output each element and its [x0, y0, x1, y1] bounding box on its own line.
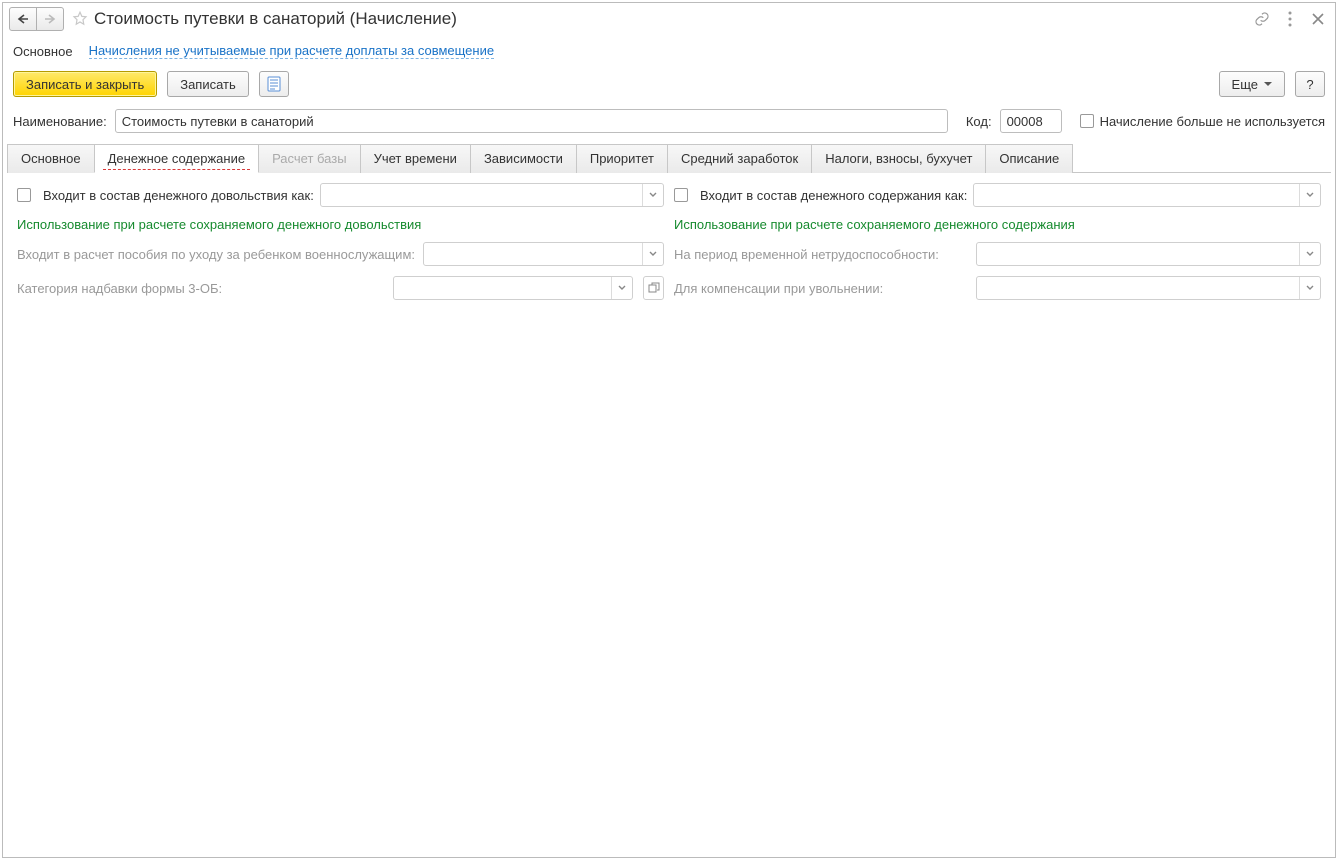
help-button[interactable]: ? [1295, 71, 1325, 97]
left-heading: Использование при расчете сохраняемого д… [17, 217, 664, 232]
header-fields-row: Наименование: Код: Начисление больше не … [3, 107, 1335, 143]
tab-main[interactable]: Основное [7, 144, 95, 173]
left-include-combo[interactable] [320, 183, 664, 207]
tab-time-tracking[interactable]: Учет времени [360, 144, 471, 173]
not-used-checkbox[interactable] [1080, 114, 1094, 128]
arrow-left-icon [16, 13, 30, 25]
close-icon[interactable] [1307, 8, 1329, 30]
left-row2-combo[interactable] [393, 276, 633, 300]
save-and-close-button[interactable]: Записать и закрыть [13, 71, 157, 97]
left-check-row: Входит в состав денежного довольствия ка… [17, 183, 664, 207]
tab-money-content-label: Денежное содержание [108, 151, 245, 166]
left-row1-combo[interactable] [423, 242, 664, 266]
arrow-right-icon [43, 13, 57, 25]
tab-priority[interactable]: Приоритет [576, 144, 668, 173]
tab-taxes[interactable]: Налоги, взносы, бухучет [811, 144, 986, 173]
link-icon[interactable] [1251, 8, 1273, 30]
page-title: Стоимость путевки в санаторий (Начислени… [94, 9, 457, 29]
right-column: Входит в состав денежного содержания как… [674, 183, 1321, 310]
left-row1-label: Входит в расчет пособия по уходу за ребе… [17, 247, 417, 262]
chevron-down-icon[interactable] [1299, 184, 1320, 206]
chevron-down-icon[interactable] [1299, 243, 1320, 265]
tab-strip: Основное Денежное содержание Расчет базы… [7, 143, 1331, 173]
tab-description[interactable]: Описание [985, 144, 1073, 173]
nav-forward-button[interactable] [36, 8, 63, 30]
right-include-checkbox[interactable] [674, 188, 688, 202]
secnav-link[interactable]: Начисления не учитываемые при расчете до… [89, 43, 495, 59]
right-row-1: На период временной нетрудоспособности: [674, 242, 1321, 266]
right-include-label: Входит в состав денежного содержания как… [700, 188, 967, 203]
document-icon [267, 76, 281, 92]
app-window: Стоимость путевки в санаторий (Начислени… [2, 2, 1336, 858]
right-row1-label: На период временной нетрудоспособности: [674, 247, 970, 262]
right-check-row: Входит в состав денежного содержания как… [674, 183, 1321, 207]
save-button[interactable]: Записать [167, 71, 249, 97]
right-row1-combo[interactable] [976, 242, 1321, 266]
tab-dependencies[interactable]: Зависимости [470, 144, 577, 173]
right-include-combo[interactable] [973, 183, 1321, 207]
tab-money-content[interactable]: Денежное содержание [94, 144, 259, 173]
code-input[interactable] [1000, 109, 1062, 133]
tab-base-calc[interactable]: Расчет базы [258, 144, 361, 173]
external-icon [648, 282, 660, 294]
nav-buttons [9, 7, 64, 31]
name-input[interactable] [115, 109, 948, 133]
titlebar: Стоимость путевки в санаторий (Начислени… [3, 3, 1335, 35]
favorite-star-icon[interactable] [70, 9, 90, 29]
error-underline-icon [103, 169, 250, 170]
more-button[interactable]: Еще [1219, 71, 1285, 97]
not-used-label: Начисление больше не используется [1100, 114, 1325, 129]
right-heading: Использование при расчете сохраняемого д… [674, 217, 1321, 232]
chevron-down-icon[interactable] [642, 184, 663, 206]
left-include-checkbox[interactable] [17, 188, 31, 202]
tab-panel: Входит в состав денежного довольствия ка… [7, 173, 1331, 320]
chevron-down-icon[interactable] [611, 277, 632, 299]
chevron-down-icon[interactable] [1299, 277, 1320, 299]
kebab-menu-icon[interactable] [1279, 8, 1301, 30]
toolbar: Записать и закрыть Записать Еще ? [3, 65, 1335, 107]
right-row-2: Для компенсации при увольнении: [674, 276, 1321, 300]
tab-avg-earnings[interactable]: Средний заработок [667, 144, 812, 173]
right-row2-combo[interactable] [976, 276, 1321, 300]
nav-back-button[interactable] [10, 8, 36, 30]
chevron-down-icon[interactable] [642, 243, 663, 265]
report-button[interactable] [259, 71, 289, 97]
left-include-label: Входит в состав денежного довольствия ка… [43, 188, 314, 203]
left-row-2: Категория надбавки формы 3-ОБ: [17, 276, 664, 300]
name-label: Наименование: [13, 114, 107, 129]
tabs-container: Основное Денежное содержание Расчет базы… [3, 143, 1335, 320]
left-column: Входит в состав денежного довольствия ка… [17, 183, 664, 310]
secnav-main[interactable]: Основное [13, 44, 73, 59]
right-row2-label: Для компенсации при увольнении: [674, 281, 970, 296]
left-row-1: Входит в расчет пособия по уходу за ребе… [17, 242, 664, 266]
secondary-nav: Основное Начисления не учитываемые при р… [3, 35, 1335, 65]
open-reference-button[interactable] [643, 276, 664, 300]
code-label: Код: [966, 114, 992, 129]
left-row2-label: Категория надбавки формы 3-ОБ: [17, 281, 387, 296]
